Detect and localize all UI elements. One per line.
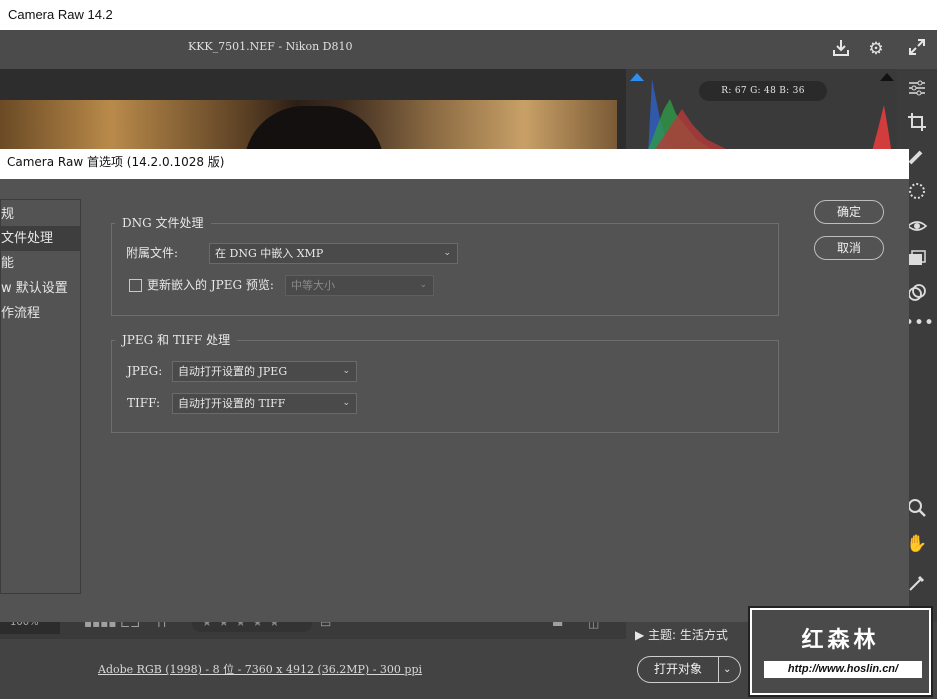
file-title: KKK_7501.NEF - Nikon D810 <box>188 40 353 53</box>
cancel-button[interactable]: 取消 <box>814 236 884 260</box>
chevron-down-icon: ⌄ <box>342 366 350 376</box>
preview-size-select: 中等大小 ⌄ <box>285 275 434 296</box>
ok-button[interactable]: 确定 <box>814 200 884 224</box>
chevron-down-icon: ⌄ <box>342 398 350 408</box>
tiff-select[interactable]: 自动打开设置的 TIFF ⌄ <box>172 393 357 414</box>
update-jpeg-label: 更新嵌入的 JPEG 预览: <box>147 278 274 292</box>
dng-group <box>111 223 779 316</box>
expand-arrow-icon: ▶ <box>635 628 649 642</box>
preview-size-value: 中等大小 <box>291 279 335 292</box>
dialog-title: Camera Raw 首选项 (14.2.0.1028 版) <box>0 149 909 179</box>
jpeg-select[interactable]: 自动打开设置的 JPEG ⌄ <box>172 361 357 382</box>
theme-label: 主题: 生活方式 <box>648 628 728 642</box>
workflow-options-link[interactable]: Adobe RGB (1998) - 8 位 - 7360 x 4912 (36… <box>98 661 422 677</box>
nav-item-performance[interactable]: 能 <box>1 251 80 276</box>
jpeg-tiff-group-title: JPEG 和 TIFF 处理 <box>115 332 238 348</box>
sidecar-value: 在 DNG 中嵌入 XMP <box>215 247 324 260</box>
sidecar-label: 附属文件: <box>126 246 179 260</box>
jpeg-label: JPEG: <box>127 364 163 378</box>
nav-item-general[interactable]: 规 <box>1 202 80 227</box>
chevron-down-icon: ⌄ <box>443 248 451 258</box>
expand-icon[interactable] <box>906 38 928 60</box>
sidecar-select[interactable]: 在 DNG 中嵌入 XMP ⌄ <box>209 243 458 264</box>
nav-item-workflow[interactable]: 作流程 <box>1 301 80 326</box>
open-button-divider <box>718 656 719 683</box>
jpeg-tiff-group <box>111 340 779 433</box>
jpeg-value: 自动打开设置的 JPEG <box>178 365 288 378</box>
update-jpeg-checkbox[interactable] <box>129 279 142 292</box>
window-title: Camera Raw 14.2 <box>0 0 937 30</box>
dng-group-title: DNG 文件处理 <box>115 215 211 231</box>
watermark-url: http://www.hoslin.cn/ <box>764 661 922 678</box>
sliders-icon[interactable] <box>904 79 930 101</box>
preferences-nav: 规 文件处理 能 w 默认设置 作流程 <box>0 199 81 594</box>
nav-item-raw-defaults[interactable]: w 默认设置 <box>1 276 80 301</box>
top-toolbar <box>0 30 937 69</box>
tiff-value: 自动打开设置的 TIFF <box>178 397 286 410</box>
gear-icon[interactable]: ⚙ <box>865 38 887 60</box>
rgb-readout: R: 67 G: 48 B: 36 <box>699 81 827 101</box>
chevron-down-icon: ⌄ <box>419 280 427 290</box>
nav-item-file-handling[interactable]: 文件处理 <box>1 226 80 251</box>
tiff-label: TIFF: <box>127 396 161 410</box>
crop-icon[interactable] <box>904 112 930 134</box>
download-icon[interactable] <box>830 38 852 60</box>
chevron-down-icon[interactable]: ⌄ <box>723 657 739 682</box>
watermark-name: 红森林 <box>801 628 880 653</box>
